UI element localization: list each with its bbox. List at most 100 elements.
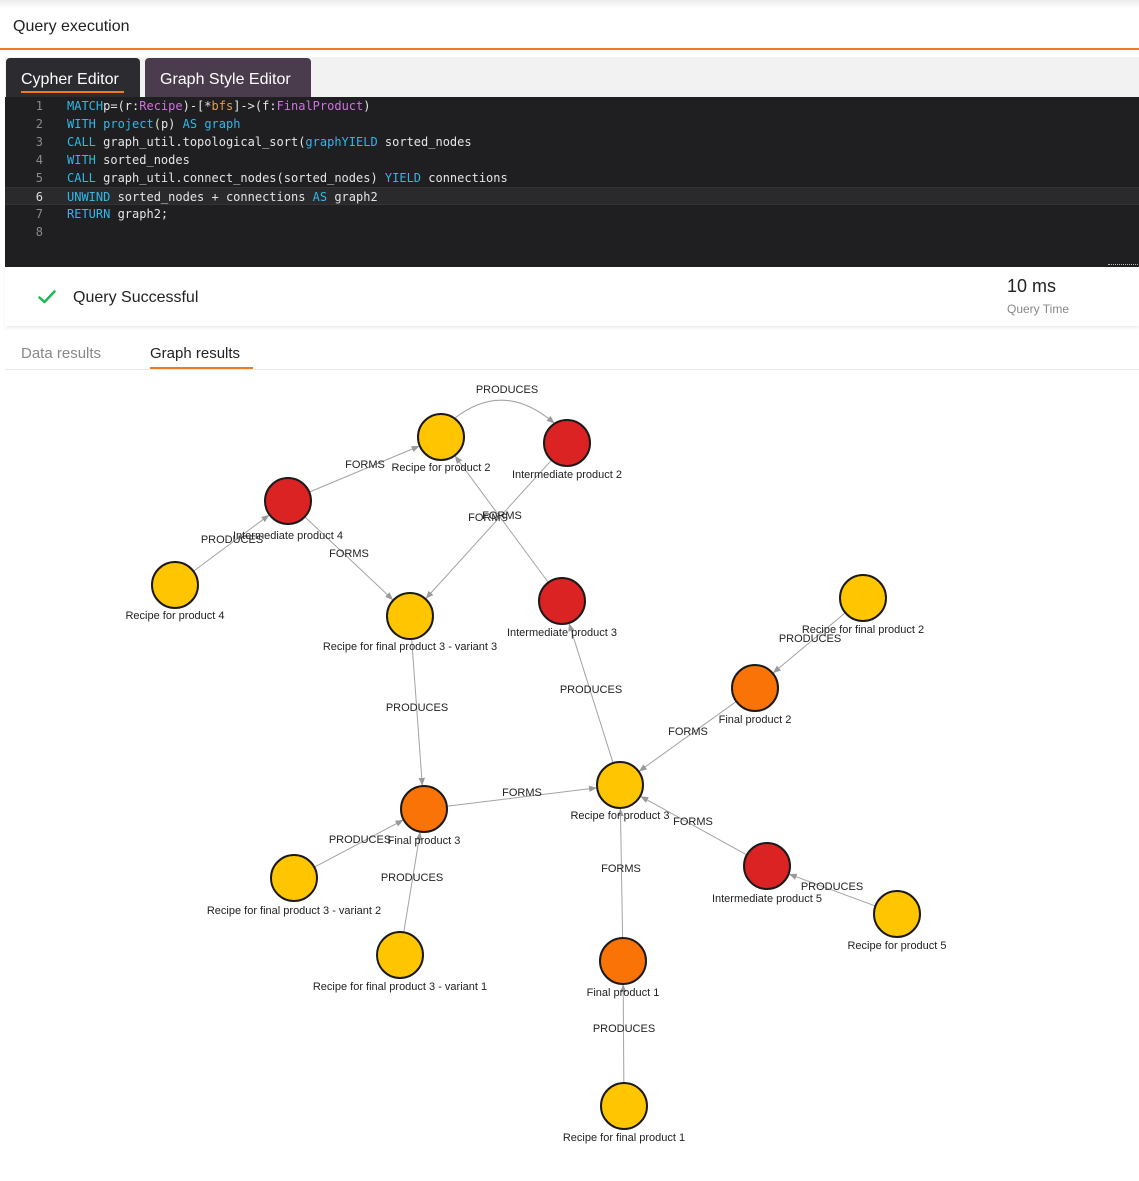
edge-label: PRODUCES (381, 872, 443, 884)
edge-label: FORMS (668, 726, 708, 738)
code-text: WITH project(p) AS graph (67, 117, 241, 131)
code-editor[interactable]: 1 MATCHp=(r:Recipe)-[*bfs]->(f:FinalProdu… (5, 97, 1139, 267)
code-text: RETURN graph2; (67, 207, 169, 221)
graph-edge[interactable]: PRODUCES (593, 984, 655, 1084)
node-circle[interactable] (596, 761, 644, 809)
tab-cypher-editor[interactable]: Cypher Editor (6, 58, 140, 97)
node-label: Final product 3 (388, 835, 461, 847)
node-circle[interactable] (873, 890, 921, 938)
node-label: Recipe for final product 2 (802, 624, 924, 636)
graph-node-recipe[interactable]: Recipe for product 5 (847, 890, 947, 952)
graph-node-recipe[interactable]: Recipe for final product 1 (563, 1082, 685, 1144)
edge-label: PRODUCES (593, 1023, 655, 1035)
edge-label: FORMS (329, 548, 369, 560)
edge-line[interactable] (454, 399, 555, 424)
code-text: UNWIND sorted_nodes + connections AS gra… (67, 190, 378, 204)
node-label: Recipe for product 2 (391, 462, 490, 474)
code-line[interactable]: 8 (5, 223, 1139, 241)
code-text: CALL graph_util.connect_nodes(sorted_nod… (67, 171, 508, 185)
node-circle[interactable] (731, 664, 779, 712)
node-label: Recipe for final product 1 (563, 1132, 685, 1144)
node-circle[interactable] (543, 419, 591, 467)
header-bar: Query execution (0, 0, 1139, 50)
check-icon (38, 290, 56, 304)
graph-node-recipe[interactable]: Recipe for final product 2 (802, 574, 924, 636)
tab-graph-style-editor[interactable]: Graph Style Editor (145, 58, 311, 97)
line-number: 3 (35, 135, 43, 149)
graph-edge[interactable]: PRODUCES (193, 514, 270, 572)
node-circle[interactable] (538, 577, 586, 625)
graph-node-intermediate[interactable]: Intermediate product 3 (507, 577, 617, 639)
line-number: 2 (35, 117, 43, 131)
code-line[interactable]: 6 UNWIND sorted_nodes + connections AS gr… (5, 187, 1139, 205)
editor-tabs: Cypher Editor Graph Style Editor (5, 57, 1139, 97)
node-circle[interactable] (386, 592, 434, 640)
graph-edge[interactable]: PRODUCES (772, 612, 846, 674)
edge-label: PRODUCES (801, 881, 863, 893)
line-number: 6 (35, 190, 43, 204)
node-circle[interactable] (600, 1082, 648, 1130)
node-label: Recipe for final product 3 - variant 3 (323, 641, 497, 653)
status-message: Query Successful (73, 289, 199, 306)
graph-canvas[interactable]: PRODUCES FORMS FORMS FORMS PRODUCES FORMS PROD… (5, 330, 1139, 1181)
code-line[interactable]: 5 CALL graph_util.connect_nodes(sorted_no… (5, 169, 1139, 187)
graph-edge[interactable]: PRODUCES (560, 623, 622, 764)
graph-nodes: Recipe for product 2 Intermediate product… (125, 413, 947, 1144)
code-text: WITH sorted_nodes (67, 153, 190, 167)
tab-cypher-editor-label: Cypher Editor (21, 71, 119, 88)
graph-node-recipe[interactable]: Recipe for product 2 (391, 413, 491, 474)
graph-edge[interactable]: FORMS (446, 785, 597, 807)
node-circle[interactable] (839, 574, 887, 622)
graph-node-recipe[interactable]: Recipe for product 4 (125, 561, 225, 622)
graph-edge[interactable]: FORMS (601, 808, 641, 939)
node-circle[interactable] (270, 854, 318, 902)
code-line[interactable]: 7 RETURN graph2; (5, 205, 1139, 223)
graph-node-final[interactable]: Final product 1 (587, 937, 660, 999)
node-label: Intermediate product 5 (712, 893, 822, 905)
graph-node-recipe[interactable]: Recipe for final product 3 - variant 1 (313, 931, 487, 993)
line-number: 7 (35, 207, 43, 221)
node-circle[interactable] (151, 561, 199, 609)
node-label: Intermediate product 3 (507, 627, 617, 639)
node-circle[interactable] (264, 477, 312, 525)
graph-edge[interactable]: PRODUCES (386, 638, 448, 786)
node-circle[interactable] (376, 931, 424, 979)
code-text: CALL graph_util.topological_sort(graphYI… (67, 135, 472, 149)
edge-label: PRODUCES (386, 702, 448, 714)
edge-label: FORMS (482, 510, 522, 522)
node-circle[interactable] (743, 842, 791, 890)
node-label: Recipe for product 4 (125, 610, 224, 622)
edge-label: FORMS (673, 816, 713, 828)
graph-node-final[interactable]: Final product 2 (719, 664, 792, 726)
graph-edge[interactable]: FORMS (640, 796, 748, 856)
code-line[interactable]: 4 WITH sorted_nodes (5, 151, 1139, 169)
resize-handle[interactable] (1108, 264, 1138, 267)
graph-edge[interactable]: PRODUCES (381, 831, 443, 933)
node-label: Final product 1 (587, 987, 660, 999)
graph-node-recipe[interactable]: Recipe for final product 3 - variant 3 (323, 592, 497, 653)
node-label: Intermediate product 4 (233, 530, 343, 542)
graph-node-intermediate[interactable]: Intermediate product 5 (712, 842, 822, 905)
edge-label: PRODUCES (329, 834, 391, 846)
node-circle[interactable] (400, 785, 448, 833)
edge-label: FORMS (502, 787, 542, 799)
header-shade (0, 0, 1139, 8)
edge-label: FORMS (345, 459, 385, 471)
graph-node-recipe[interactable]: Recipe for final product 3 - variant 2 (207, 854, 381, 917)
node-label: Recipe for product 3 (570, 810, 669, 822)
node-circle[interactable] (599, 937, 647, 985)
edge-label: FORMS (601, 863, 641, 875)
code-line[interactable]: 2 WITH project(p) AS graph (5, 115, 1139, 133)
graph-edge[interactable]: PRODUCES (454, 384, 555, 424)
results-panel: Data results Graph results PRODUCES FORMS… (5, 330, 1139, 1181)
graph-node-final[interactable]: Final product 3 (388, 785, 461, 847)
graph-edge[interactable]: FORMS (638, 701, 737, 772)
node-circle[interactable] (417, 413, 465, 461)
graph-node-intermediate[interactable]: Intermediate product 2 (512, 419, 622, 481)
graph-node-recipe[interactable]: Recipe for product 3 (570, 761, 670, 822)
code-line[interactable]: 1 MATCHp=(r:Recipe)-[*bfs]->(f:FinalProdu… (5, 97, 1139, 115)
graph-node-intermediate[interactable]: Intermediate product 4 (233, 477, 343, 542)
code-text: MATCHp=(r:Recipe)-[*bfs]->(f:FinalProduc… (67, 99, 371, 113)
code-line[interactable]: 3 CALL graph_util.topological_sort(graphY… (5, 133, 1139, 151)
query-time-value: 10 ms (1007, 276, 1057, 296)
